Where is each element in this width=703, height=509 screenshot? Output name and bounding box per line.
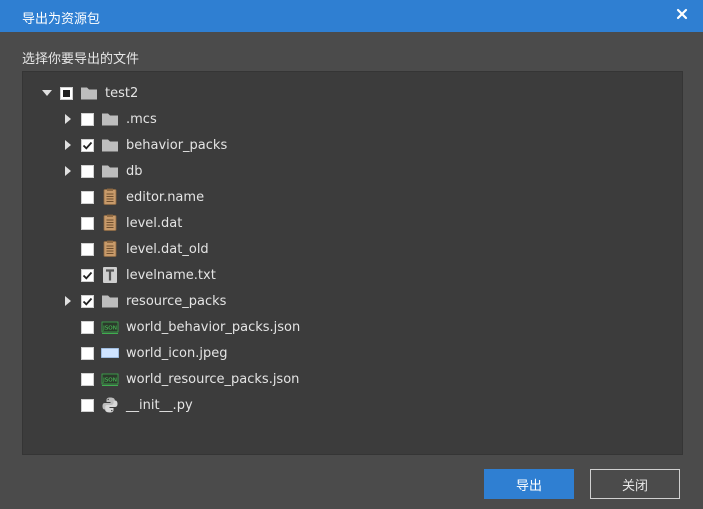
tree-item[interactable]: levelname.txt bbox=[61, 264, 216, 286]
image-file-icon bbox=[101, 344, 119, 362]
svg-text:JSON: JSON bbox=[102, 378, 117, 384]
file-notes-icon bbox=[101, 214, 119, 232]
tree-item-label: level.dat_old bbox=[126, 241, 209, 257]
folder-icon bbox=[101, 292, 119, 310]
text-file-icon bbox=[101, 266, 119, 284]
item-checkbox[interactable] bbox=[81, 268, 94, 282]
svg-text:JSON: JSON bbox=[102, 326, 117, 332]
tree-item[interactable]: JSON world_behavior_packs.json bbox=[61, 316, 300, 338]
collapse-arrow-icon[interactable] bbox=[61, 294, 75, 308]
expand-arrow-icon[interactable] bbox=[40, 86, 54, 100]
tree-item-label: db bbox=[126, 163, 143, 179]
close-button[interactable]: 关闭 bbox=[590, 469, 680, 499]
item-checkbox[interactable] bbox=[81, 164, 94, 178]
json-file-icon: JSON bbox=[101, 370, 119, 388]
item-checkbox[interactable] bbox=[60, 86, 73, 100]
item-checkbox[interactable] bbox=[81, 216, 94, 230]
collapse-arrow-icon[interactable] bbox=[61, 138, 75, 152]
collapse-arrow-icon[interactable] bbox=[61, 112, 75, 126]
item-checkbox[interactable] bbox=[81, 138, 94, 152]
tree-item[interactable]: level.dat bbox=[61, 212, 182, 234]
folder-icon bbox=[101, 162, 119, 180]
title-bar: 导出为资源包 bbox=[0, 0, 703, 32]
item-checkbox[interactable] bbox=[81, 112, 94, 126]
tree-item-label: world_resource_packs.json bbox=[126, 371, 300, 387]
folder-icon bbox=[80, 84, 98, 102]
item-checkbox[interactable] bbox=[81, 372, 94, 386]
tree-item-label: __init__.py bbox=[126, 397, 193, 413]
python-file-icon bbox=[101, 396, 119, 414]
tree-item[interactable]: resource_packs bbox=[61, 290, 226, 312]
tree-item[interactable]: db bbox=[61, 160, 143, 182]
file-tree-panel: test2 .mcs behavior_packsdb editor.name leve… bbox=[22, 71, 683, 455]
tree-item-label: resource_packs bbox=[126, 293, 227, 309]
export-button[interactable]: 导出 bbox=[484, 469, 574, 499]
tree-item-label: behavior_packs bbox=[126, 137, 228, 153]
tree-item-label: world_icon.jpeg bbox=[126, 345, 228, 361]
tree-item[interactable]: __init__.py bbox=[61, 394, 193, 416]
tree-item[interactable]: .mcs bbox=[61, 108, 157, 130]
json-file-icon: JSON bbox=[101, 318, 119, 336]
item-checkbox[interactable] bbox=[81, 242, 94, 256]
collapse-arrow-icon[interactable] bbox=[61, 164, 75, 178]
tree-item-label: editor.name bbox=[126, 189, 205, 205]
file-notes-icon bbox=[101, 240, 119, 258]
tree-item[interactable]: test2 bbox=[40, 82, 138, 104]
item-checkbox[interactable] bbox=[81, 294, 94, 308]
item-checkbox[interactable] bbox=[81, 346, 94, 360]
folder-icon bbox=[101, 110, 119, 128]
file-notes-icon bbox=[101, 188, 119, 206]
tree-item-label: levelname.txt bbox=[126, 267, 216, 283]
tree-item[interactable]: JSON world_resource_packs.json bbox=[61, 368, 299, 390]
folder-icon bbox=[101, 136, 119, 154]
dialog-title: 导出为资源包 bbox=[22, 12, 101, 27]
item-checkbox[interactable] bbox=[81, 320, 94, 334]
tree-item[interactable]: world_icon.jpeg bbox=[61, 342, 228, 364]
item-checkbox[interactable] bbox=[81, 398, 94, 412]
tree-item[interactable]: editor.name bbox=[61, 186, 204, 208]
close-icon[interactable] bbox=[673, 5, 691, 23]
tree-item-label: test2 bbox=[105, 85, 139, 101]
tree-item-label: .mcs bbox=[126, 111, 157, 127]
tree-item-label: world_behavior_packs.json bbox=[126, 319, 301, 335]
export-dialog: 导出为资源包 选择你要导出的文件 test2 .mcs behavior_packs… bbox=[0, 0, 703, 509]
tree-item[interactable]: level.dat_old bbox=[61, 238, 209, 260]
tree-item[interactable]: behavior_packs bbox=[61, 134, 227, 156]
item-checkbox[interactable] bbox=[81, 190, 94, 204]
instruction-text: 选择你要导出的文件 bbox=[22, 52, 140, 67]
tree-item-label: level.dat bbox=[126, 215, 183, 231]
